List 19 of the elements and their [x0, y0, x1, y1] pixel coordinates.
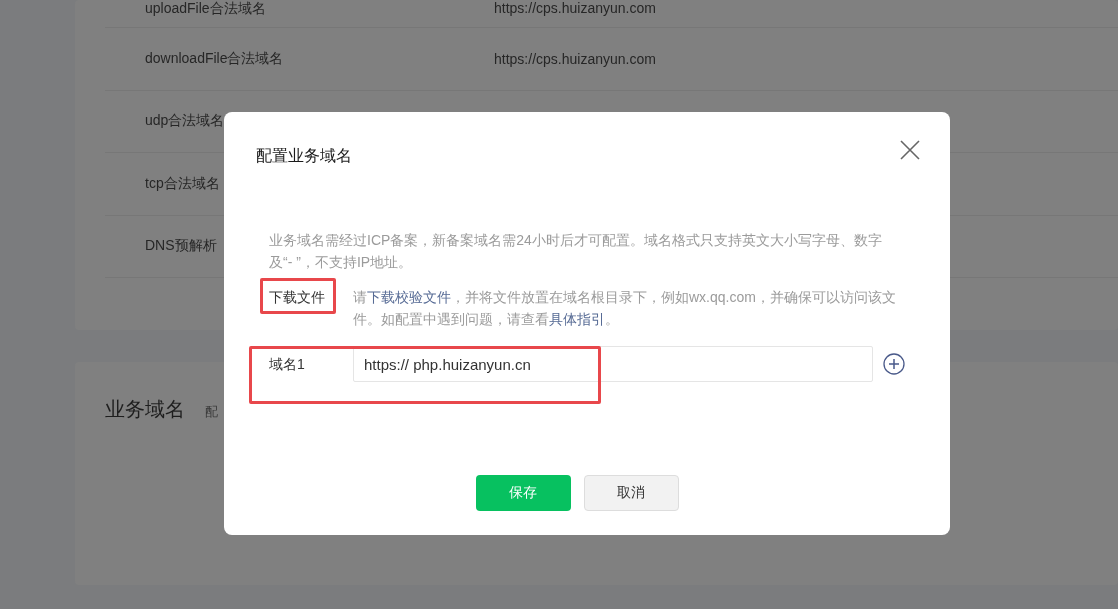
row-label: uploadFile合法域名 — [145, 0, 266, 16]
row-label: downloadFile合法域名 — [145, 49, 284, 66]
close-icon[interactable] — [899, 138, 921, 161]
link[interactable]: 下载校验文件 — [367, 289, 451, 305]
download-label: 下载文件 — [269, 288, 325, 307]
row-label: udp合法域名 — [145, 112, 225, 129]
row-label: tcp合法域名 — [145, 174, 220, 191]
row-value: https://cps.huizanyun.com — [494, 50, 656, 67]
download-instructions: 请下载校验文件，并将文件放置在域名根目录下，例如wx.qq.com，并确保可以访问该文件。如配置中遇到问题，请查看具体指引。 — [353, 288, 897, 329]
section-title: 业务域名 — [105, 397, 185, 422]
dialog-title: 配置业务域名 — [256, 146, 352, 166]
link[interactable]: 具体指引 — [549, 311, 605, 327]
row-value: https://cps.huizanyun.com — [494, 0, 656, 16]
row-label: DNS预解析 — [145, 237, 217, 254]
cancel-button[interactable]: 取消 — [583, 475, 679, 511]
notice-text: 业务域名需经过ICP备案，新备案域名需24小时后才可配置。域名格式只支持英文大小写字母、数字及“- ”，不支持IP地址。 — [269, 231, 883, 272]
field-label: 域名1 — [269, 355, 306, 374]
section-note: 配 — [205, 403, 218, 421]
add-icon[interactable] — [883, 353, 905, 375]
